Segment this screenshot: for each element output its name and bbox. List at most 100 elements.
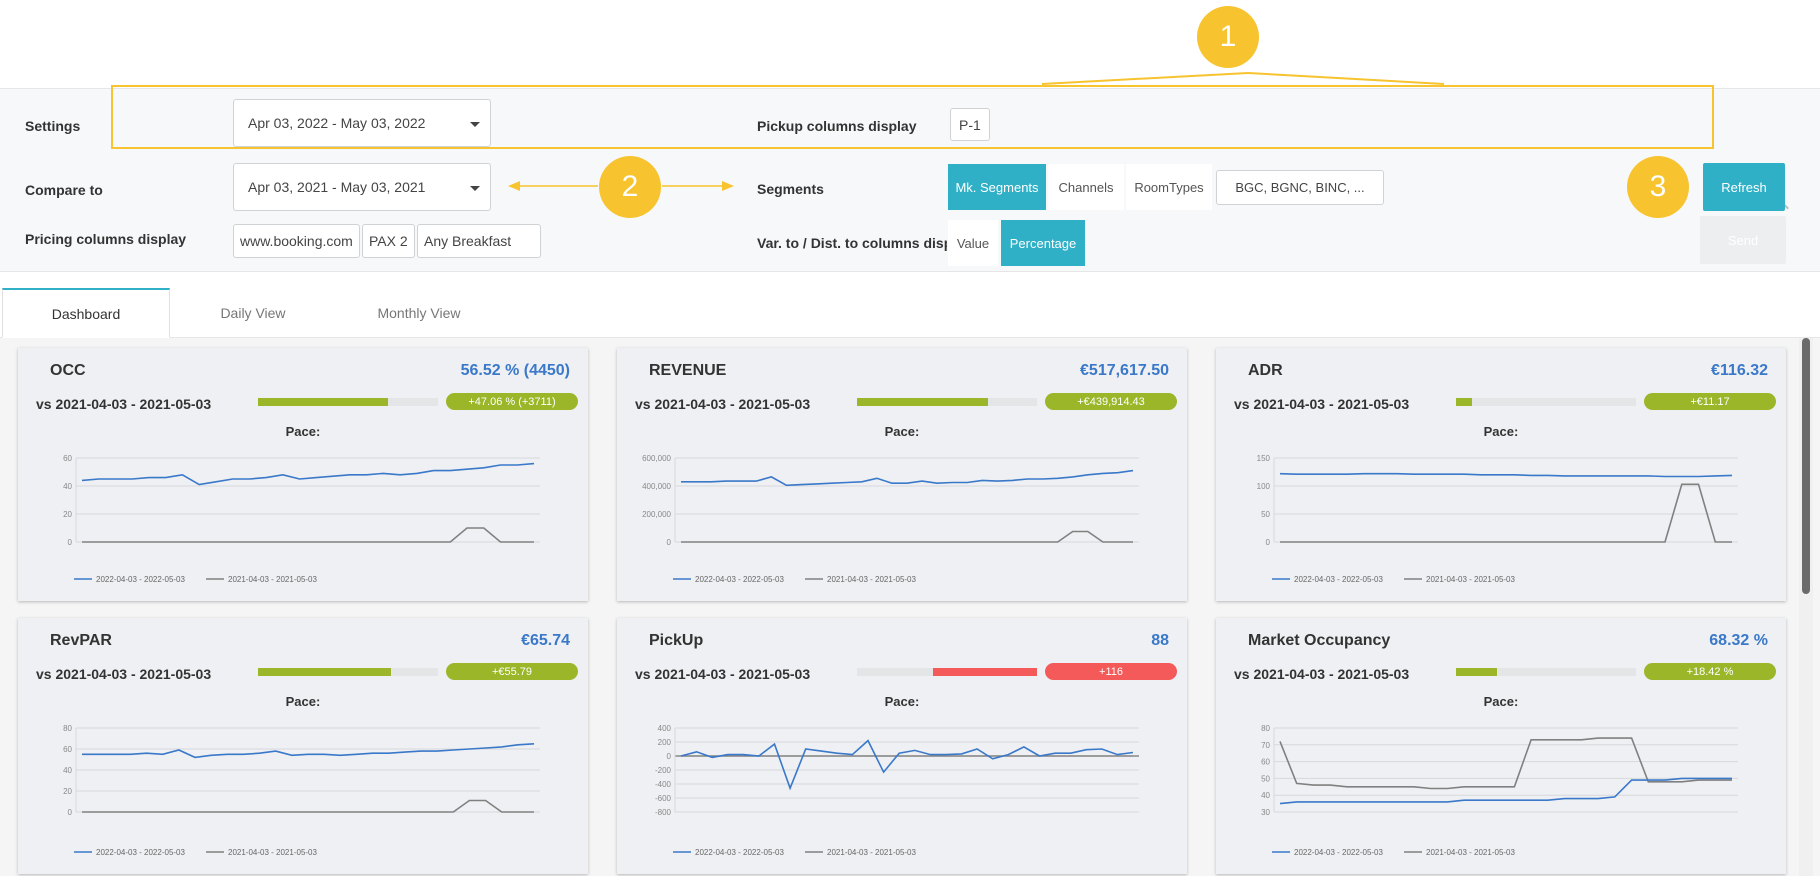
y-tick-label: 0 <box>667 752 672 761</box>
pace-label: Pace: <box>285 424 321 439</box>
legend-entry[interactable]: 2022-04-03 - 2022-05-03 <box>695 848 785 857</box>
variance-badge: +116 <box>1045 663 1177 680</box>
legend-entry[interactable]: 2021-04-03 - 2021-05-03 <box>1426 848 1516 857</box>
kpi-card: ADR €116.32 vs 2021-04-03 - 2021-05-03 +€11… <box>1216 348 1786 601</box>
series-line <box>1279 472 1733 478</box>
variance-badge: +€11.17 <box>1644 393 1776 410</box>
variance-bar <box>258 398 438 406</box>
legend-entry[interactable]: 2021-04-03 - 2021-05-03 <box>228 575 318 584</box>
y-tick-label: 200 <box>658 738 672 747</box>
view-tabs: Dashboard Daily View Monthly View <box>0 288 1820 338</box>
variance-bar-fill <box>933 668 1037 676</box>
pace-label: Pace: <box>884 694 920 709</box>
scrollbar-thumb[interactable] <box>1802 338 1810 594</box>
variance-bar <box>857 668 1037 676</box>
series-line <box>1280 483 1732 543</box>
y-tick-label: -200 <box>655 766 672 775</box>
card-title: OCC <box>50 362 86 379</box>
tab-daily-view[interactable]: Daily View <box>170 288 336 338</box>
scrollbar[interactable] <box>1799 338 1813 876</box>
app-root: 1 Settings Apr 03, 2022 - May 03, 2022 P… <box>0 0 1820 876</box>
variance-bar <box>258 668 438 676</box>
card-title: PickUp <box>649 632 704 649</box>
pace-label: Pace: <box>285 694 321 709</box>
card-value: €116.32 <box>1711 362 1768 379</box>
legend-entry[interactable]: 2022-04-03 - 2022-05-03 <box>96 848 186 857</box>
y-tick-label: 80 <box>1261 724 1270 733</box>
legend-entry[interactable]: 2022-04-03 - 2022-05-03 <box>1294 575 1384 584</box>
card-compare-range: vs 2021-04-03 - 2021-05-03 <box>635 666 811 682</box>
variance-badge: +€55.79 <box>446 663 578 680</box>
y-tick-label: 40 <box>63 766 72 775</box>
y-tick-label: 40 <box>63 482 72 491</box>
pace-chart: 0 20 40 60 80 2022-04-03 - 2022-05-03 2021-04-… <box>63 724 540 857</box>
annotation-bubble-2: 2 <box>599 156 661 218</box>
series-line <box>680 739 1134 791</box>
y-tick-label: 200,000 <box>642 510 671 519</box>
card-value: €517,617.50 <box>1080 362 1169 379</box>
kpi-card: REVENUE €517,617.50 vs 2021-04-03 - 2021-0… <box>617 348 1187 601</box>
y-tick-label: 0 <box>1266 538 1271 547</box>
pace-label: Pace: <box>1483 694 1519 709</box>
legend-entry[interactable]: 2021-04-03 - 2021-05-03 <box>1426 575 1516 584</box>
y-tick-label: 20 <box>63 787 72 796</box>
pace-chart: -800 -600 -400 -200 0 200 400 2022-04-03 - 2022… <box>655 724 1139 857</box>
card-value: 68.32 % <box>1709 632 1768 649</box>
card-value: 56.52 % (4450) <box>460 362 570 379</box>
pace-chart: 30 40 50 60 70 80 2022-04-03 - 2022-05-03 2021-… <box>1261 724 1738 857</box>
card-compare-range: vs 2021-04-03 - 2021-05-03 <box>1234 666 1410 682</box>
y-tick-label: -800 <box>655 808 672 817</box>
y-tick-label: 400,000 <box>642 482 671 491</box>
tab-dashboard[interactable]: Dashboard <box>2 288 170 338</box>
card-value: 88 <box>1151 632 1169 649</box>
legend-entry[interactable]: 2021-04-03 - 2021-05-03 <box>827 848 917 857</box>
variance-bar <box>857 398 1037 406</box>
pace-chart: 0 200,000 400,000 600,000 2022-04-03 - 2022-… <box>642 454 1139 584</box>
y-tick-label: 70 <box>1261 741 1270 750</box>
y-tick-label: 40 <box>1261 791 1270 800</box>
variance-bar-fill <box>857 398 988 406</box>
y-tick-label: 0 <box>667 538 672 547</box>
y-tick-label: 0 <box>68 808 73 817</box>
variance-bar <box>1456 668 1636 676</box>
variance-badge: +18.42 % <box>1644 663 1776 680</box>
variance-bar-fill <box>1456 668 1497 676</box>
card-value: €65.74 <box>521 632 570 649</box>
tab-monthly-view[interactable]: Monthly View <box>336 288 502 338</box>
legend-entry[interactable]: 2021-04-03 - 2021-05-03 <box>228 848 318 857</box>
series-line <box>82 527 534 543</box>
card-title: RevPAR <box>50 632 112 649</box>
legend-entry[interactable]: 2022-04-03 - 2022-05-03 <box>96 575 186 584</box>
y-tick-label: -400 <box>655 780 672 789</box>
kpi-card: PickUp 88 vs 2021-04-03 - 2021-05-03 +116 Pa… <box>617 618 1187 874</box>
variance-badge: +47.06 % (+3711) <box>446 393 578 410</box>
card-title: ADR <box>1248 362 1283 379</box>
card-title: Market Occupancy <box>1248 632 1391 649</box>
series-line <box>681 530 1133 543</box>
card-compare-range: vs 2021-04-03 - 2021-05-03 <box>1234 396 1410 412</box>
pace-chart: 0 20 40 60 2022-04-03 - 2022-05-03 2021-04-03… <box>63 454 540 584</box>
y-tick-label: 150 <box>1257 454 1271 463</box>
y-tick-label: 60 <box>1261 758 1270 767</box>
annotation-bubble-3: 3 <box>1627 156 1689 218</box>
series-line <box>81 462 535 486</box>
card-compare-range: vs 2021-04-03 - 2021-05-03 <box>36 666 212 682</box>
series-line <box>82 743 535 759</box>
legend-entry[interactable]: 2021-04-03 - 2021-05-03 <box>827 575 917 584</box>
y-tick-label: 60 <box>63 745 72 754</box>
annotation-arrows <box>508 181 734 191</box>
y-tick-label: 50 <box>1261 774 1270 783</box>
pace-label: Pace: <box>884 424 920 439</box>
variance-bar-fill <box>258 668 391 676</box>
legend-entry[interactable]: 2022-04-03 - 2022-05-03 <box>1294 848 1384 857</box>
card-compare-range: vs 2021-04-03 - 2021-05-03 <box>36 396 212 412</box>
card-title: REVENUE <box>649 362 727 379</box>
series-line <box>82 799 534 813</box>
y-tick-label: 30 <box>1261 808 1270 817</box>
series-line <box>1279 737 1732 790</box>
legend-entry[interactable]: 2022-04-03 - 2022-05-03 <box>695 575 785 584</box>
card-compare-range: vs 2021-04-03 - 2021-05-03 <box>635 396 811 412</box>
y-tick-label: 20 <box>63 510 72 519</box>
y-tick-label: 100 <box>1257 482 1271 491</box>
y-tick-label: 0 <box>68 538 73 547</box>
